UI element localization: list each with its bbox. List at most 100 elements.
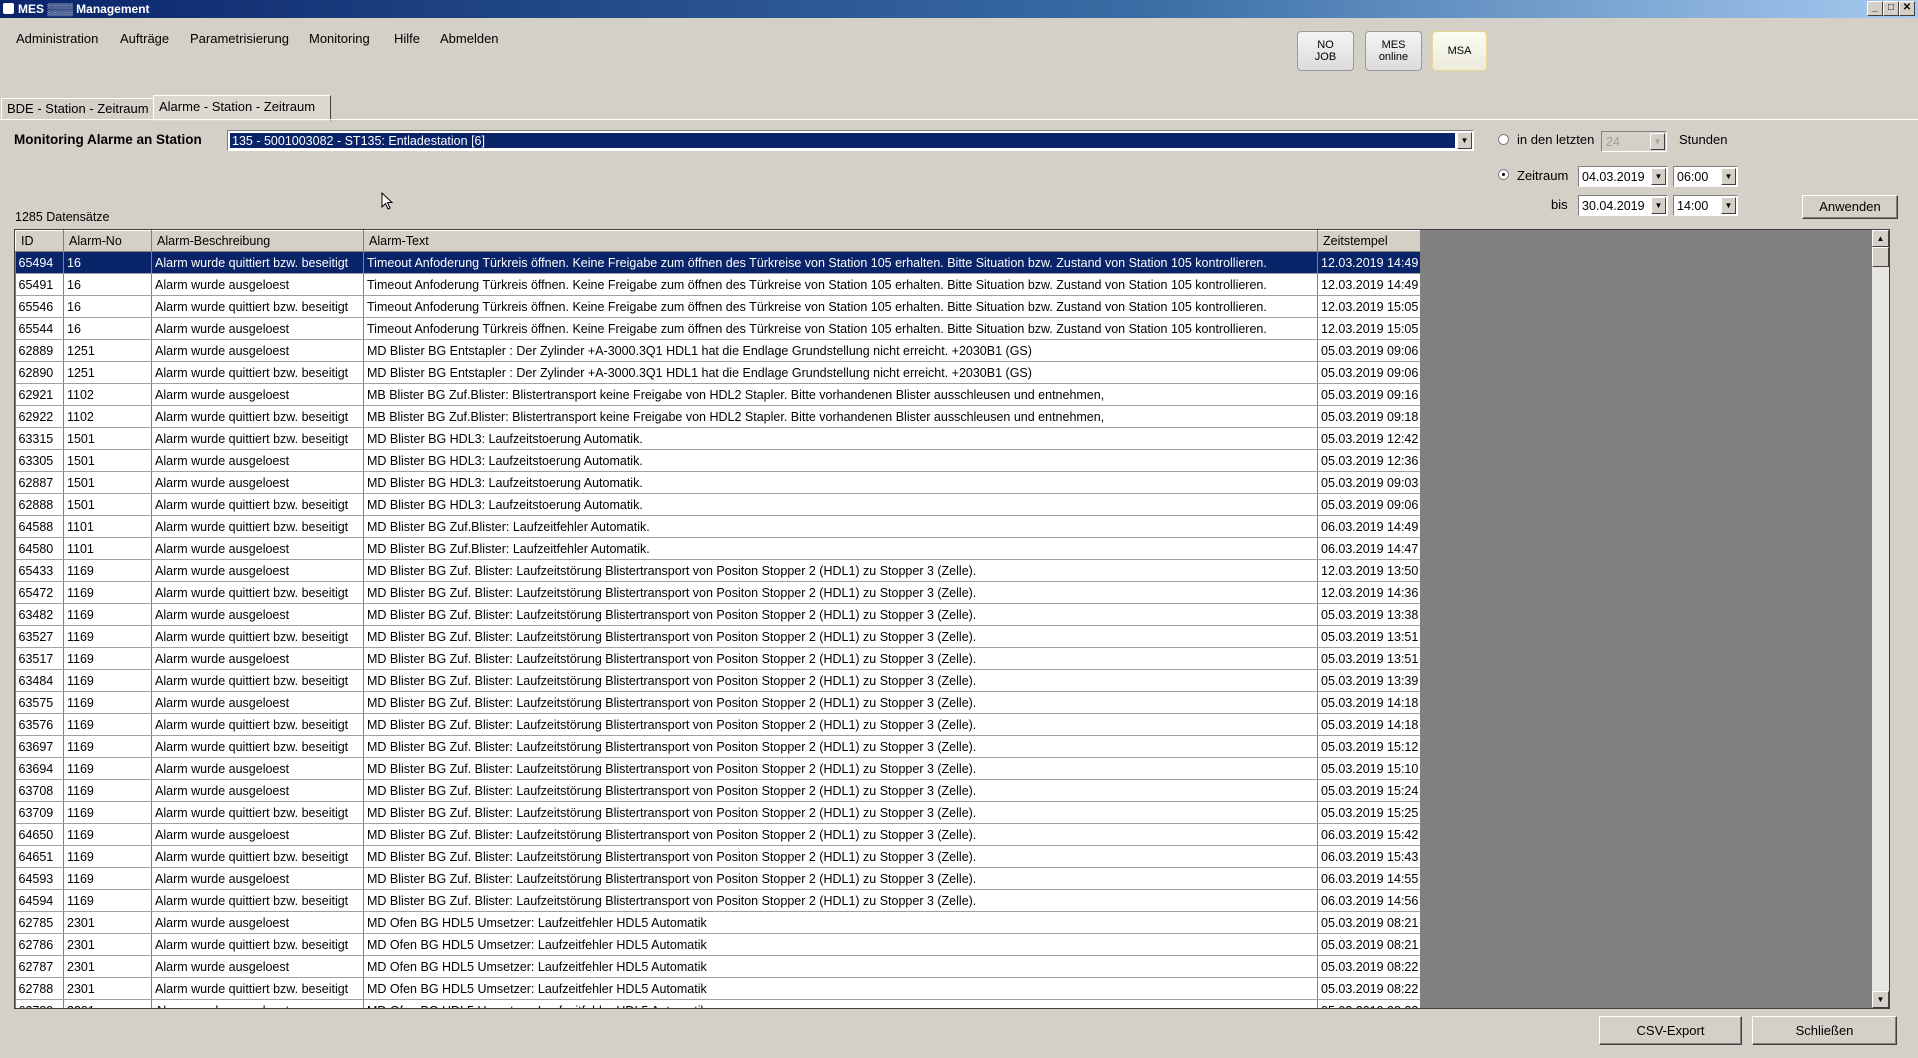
table-row[interactable]: 62788 2301 Alarm wurde quittiert bzw. bese… — [15, 977, 1421, 1000]
from-date-picker[interactable]: 04.03.2019 ▼ — [1578, 166, 1668, 187]
close-window-button[interactable]: ✕ — [1899, 1, 1915, 16]
zeitraum-label: Zeitraum — [1517, 168, 1569, 183]
table-row[interactable]: 63694 1169 Alarm wurde ausgeloest MD Bliste… — [15, 757, 1421, 780]
table-row[interactable]: 64650 1169 Alarm wurde ausgeloest MD Bliste… — [15, 823, 1421, 846]
csv-export-button[interactable]: CSV-Export — [1599, 1016, 1742, 1045]
menu-abmelden[interactable]: Abmelden — [440, 31, 499, 46]
cell-alarm-text: MD Blister BG Zuf. Blister: Laufzeitstör… — [363, 889, 1318, 912]
column-header-alarm-text[interactable]: Alarm-Text — [363, 230, 1318, 252]
table-row[interactable]: 65472 1169 Alarm wurde quittiert bzw. bese… — [15, 581, 1421, 604]
cell-alarm-no: 1169 — [63, 603, 152, 626]
cell-alarm-beschreibung: Alarm wurde ausgeloest — [151, 317, 364, 340]
table-row[interactable]: 627892301Alarm wurde ausgeloestMD Ofen B… — [15, 999, 1421, 1008]
radio-last-hours[interactable] — [1498, 134, 1509, 145]
chevron-down-icon[interactable]: ▼ — [1457, 132, 1472, 149]
from-date-value: 04.03.2019 — [1582, 170, 1645, 184]
cell-alarm-no: 16 — [63, 317, 152, 340]
table-row[interactable]: 62890 1251 Alarm wurde quittiert bzw. bese… — [15, 361, 1421, 384]
table-row[interactable]: 65546 16 Alarm wurde quittiert bzw. beseit… — [15, 295, 1421, 318]
cell-alarm-no: 1251 — [63, 361, 152, 384]
table-row[interactable]: 62786 2301 Alarm wurde quittiert bzw. bese… — [15, 933, 1421, 956]
tab-bde-station-zeitraum[interactable]: BDE - Station - Zeitraum — [1, 98, 159, 120]
cell-alarm-text: MD Blister BG Zuf. Blister: Laufzeitstör… — [363, 823, 1318, 846]
table-row[interactable]: 63708 1169 Alarm wurde ausgeloest MD Bliste… — [15, 779, 1421, 802]
menu-administration[interactable]: Administration — [16, 31, 98, 46]
table-row[interactable]: 63575 1169 Alarm wurde ausgeloest MD Bliste… — [15, 691, 1421, 714]
cell-id: 65472 — [15, 581, 64, 604]
table-row[interactable]: 63576 1169 Alarm wurde quittiert bzw. bese… — [15, 713, 1421, 736]
table-row[interactable]: 65494 16 Alarm wurde quittiert bzw. beseit… — [15, 251, 1421, 274]
cell-alarm-text: MD Blister BG Zuf. Blister: Laufzeitstör… — [363, 603, 1318, 626]
apply-button[interactable]: Anwenden — [1802, 195, 1898, 219]
msa-button[interactable]: MSA — [1432, 31, 1487, 71]
table-row[interactable]: 64594 1169 Alarm wurde quittiert bzw. bese… — [15, 889, 1421, 912]
chevron-down-icon[interactable]: ▼ — [1651, 168, 1666, 185]
maximize-button[interactable]: □ — [1883, 1, 1899, 16]
table-row[interactable]: 63484 1169 Alarm wurde quittiert bzw. bese… — [15, 669, 1421, 692]
table-row[interactable]: 62921 1102 Alarm wurde ausgeloest MB Bliste… — [15, 383, 1421, 406]
menu-hilfe[interactable]: Hilfe — [394, 31, 420, 46]
cell-id: 63694 — [15, 757, 64, 780]
cell-alarm-no: 1102 — [63, 405, 152, 428]
table-row[interactable]: 64593 1169 Alarm wurde ausgeloest MD Bliste… — [15, 867, 1421, 890]
table-row[interactable]: 65491 16 Alarm wurde ausgeloest Timeout Anf… — [15, 273, 1421, 296]
cell-alarm-beschreibung: Alarm wurde ausgeloest — [151, 823, 364, 846]
chevron-down-icon[interactable]: ▼ — [1721, 197, 1736, 214]
station-select[interactable]: 135 - 5001003082 - ST135: Entladestation… — [227, 130, 1474, 151]
table-row[interactable]: 63527 1169 Alarm wurde quittiert bzw. bese… — [15, 625, 1421, 648]
to-time-select[interactable]: 14:00 ▼ — [1673, 195, 1738, 216]
table-row[interactable]: 62888 1501 Alarm wurde quittiert bzw. bese… — [15, 493, 1421, 516]
cell-zeitstempel: 06.03.2019 14:49 — [1317, 515, 1421, 538]
minimize-button[interactable]: _ — [1867, 1, 1883, 16]
mes-online-button[interactable]: MES online — [1365, 31, 1422, 71]
cell-zeitstempel: 05.03.2019 09:16 — [1317, 383, 1421, 406]
column-header-alarm-beschreibung[interactable]: Alarm-Beschreibung — [151, 230, 364, 252]
table-row[interactable]: 63305 1501 Alarm wurde ausgeloest MD Bliste… — [15, 449, 1421, 472]
cell-zeitstempel: 05.03.2019 15:10 — [1317, 757, 1421, 780]
vertical-scrollbar[interactable]: ▲ ▼ — [1872, 230, 1889, 1008]
cell-alarm-no: 1169 — [63, 757, 152, 780]
table-row[interactable]: 64580 1101 Alarm wurde ausgeloest MD Bliste… — [15, 537, 1421, 560]
cell-zeitstempel: 05.03.2019 15:25 — [1317, 801, 1421, 824]
cell-alarm-beschreibung: Alarm wurde ausgeloest — [151, 603, 364, 626]
cell-id: 64593 — [15, 867, 64, 890]
scroll-down-icon[interactable]: ▼ — [1872, 991, 1889, 1008]
cell-zeitstempel: 12.03.2019 15:05 — [1317, 317, 1421, 340]
scroll-thumb[interactable] — [1872, 247, 1889, 267]
cell-alarm-text: MD Blister BG Zuf. Blister: Laufzeitstör… — [363, 691, 1318, 714]
table-row[interactable]: 63482 1169 Alarm wurde ausgeloest MD Bliste… — [15, 603, 1421, 626]
column-header-id[interactable]: ID — [15, 230, 64, 252]
table-row[interactable]: 65433 1169 Alarm wurde ausgeloest MD Bliste… — [15, 559, 1421, 582]
cell-id: 64580 — [15, 537, 64, 560]
table-row[interactable]: 62887 1501 Alarm wurde ausgeloest MD Bliste… — [15, 471, 1421, 494]
chevron-down-icon[interactable]: ▼ — [1651, 197, 1666, 214]
menu-parametrisierung[interactable]: Parametrisierung — [190, 31, 289, 46]
from-time-select[interactable]: 06:00 ▼ — [1673, 166, 1738, 187]
to-date-picker[interactable]: 30.04.2019 ▼ — [1578, 195, 1668, 216]
menu-monitoring[interactable]: Monitoring — [309, 31, 370, 46]
cell-zeitstempel: 12.03.2019 14:49 — [1317, 273, 1421, 296]
table-row[interactable]: 62785 2301 Alarm wurde ausgeloest MD Ofen B… — [15, 911, 1421, 934]
chevron-down-icon[interactable]: ▼ — [1721, 168, 1736, 185]
table-row[interactable]: 62889 1251 Alarm wurde ausgeloest MD Bliste… — [15, 339, 1421, 362]
close-button[interactable]: Schließen — [1752, 1016, 1897, 1045]
column-header-zeitstempel[interactable]: Zeitstempel — [1317, 230, 1421, 252]
table-row[interactable]: 63315 1501 Alarm wurde quittiert bzw. bese… — [15, 427, 1421, 450]
cell-alarm-no: 1169 — [63, 823, 152, 846]
column-header-alarm-no[interactable]: Alarm-No — [63, 230, 152, 252]
menu-auftraege[interactable]: Aufträge — [120, 31, 169, 46]
table-row[interactable]: 63697 1169 Alarm wurde quittiert bzw. bese… — [15, 735, 1421, 758]
scroll-up-icon[interactable]: ▲ — [1872, 230, 1889, 247]
cell-zeitstempel: 05.03.2019 13:38 — [1317, 603, 1421, 626]
radio-zeitraum[interactable] — [1498, 169, 1509, 180]
table-row[interactable]: 63517 1169 Alarm wurde ausgeloest MD Bliste… — [15, 647, 1421, 670]
table-row[interactable]: 65544 16 Alarm wurde ausgeloest Timeout Anf… — [15, 317, 1421, 340]
table-row[interactable]: 63709 1169 Alarm wurde quittiert bzw. bese… — [15, 801, 1421, 824]
alarm-grid[interactable]: ID Alarm-No Alarm-Beschreibung Alarm-Tex… — [14, 229, 1890, 1009]
table-row[interactable]: 62787 2301 Alarm wurde ausgeloest MD Ofen B… — [15, 955, 1421, 978]
no-job-button[interactable]: NO JOB — [1297, 31, 1354, 71]
table-row[interactable]: 64588 1101 Alarm wurde quittiert bzw. bese… — [15, 515, 1421, 538]
table-row[interactable]: 64651 1169 Alarm wurde quittiert bzw. bese… — [15, 845, 1421, 868]
table-row[interactable]: 62922 1102 Alarm wurde quittiert bzw. bese… — [15, 405, 1421, 428]
tab-alarme-station-zeitraum[interactable]: Alarme - Station - Zeitraum — [153, 95, 331, 121]
